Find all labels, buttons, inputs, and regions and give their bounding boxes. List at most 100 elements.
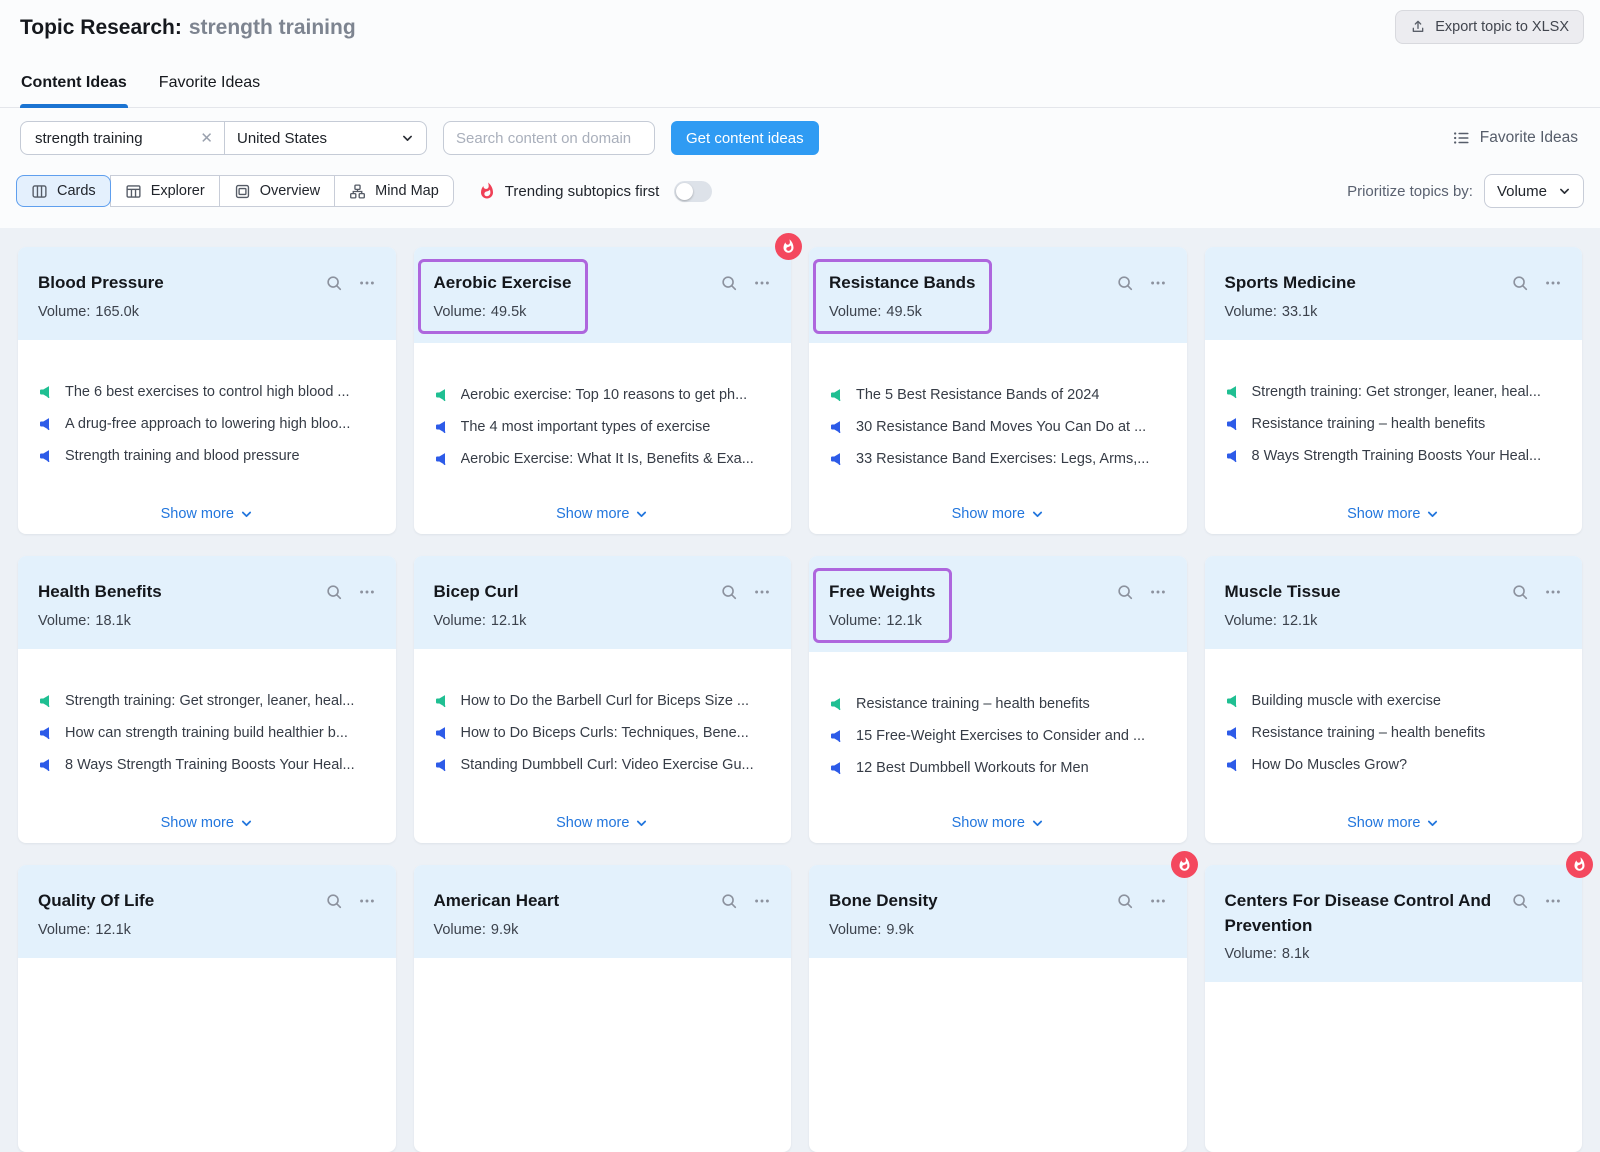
content-idea[interactable]: Resistance training – health benefits: [1225, 416, 1563, 432]
megaphone-icon: [38, 757, 54, 773]
content-idea[interactable]: The 6 best exercises to control high blo…: [38, 384, 376, 400]
content-idea[interactable]: A drug-free approach to lowering high bl…: [38, 416, 376, 432]
card-title[interactable]: Quality Of Life: [38, 889, 154, 914]
search-topic-icon[interactable]: [1511, 892, 1529, 910]
tab-content-ideas[interactable]: Content Ideas: [20, 64, 128, 107]
more-options-icon[interactable]: [358, 274, 376, 292]
content-idea[interactable]: Standing Dumbbell Curl: Video Exercise G…: [434, 757, 772, 773]
card-actions: [1511, 274, 1562, 292]
more-options-icon[interactable]: [1149, 583, 1167, 601]
card-volume: Volume:33.1k: [1225, 304, 1356, 320]
megaphone-icon: [38, 693, 54, 709]
card-title[interactable]: Free Weights: [829, 580, 935, 605]
card-title[interactable]: Bicep Curl: [434, 580, 527, 605]
show-more-link[interactable]: Show more: [556, 492, 648, 522]
card-title[interactable]: Blood Pressure: [38, 271, 164, 296]
search-topic-icon[interactable]: [325, 892, 343, 910]
idea-list: How to Do the Barbell Curl for Biceps Si…: [434, 693, 772, 773]
favorite-ideas-link[interactable]: Favorite Ideas: [1452, 129, 1584, 147]
content-idea[interactable]: How to Do Biceps Curls: Techniques, Bene…: [434, 725, 772, 741]
content-idea[interactable]: 12 Best Dumbbell Workouts for Men: [829, 760, 1167, 776]
card-title[interactable]: Muscle Tissue: [1225, 580, 1341, 605]
show-more-link[interactable]: Show more: [161, 492, 253, 522]
content-idea[interactable]: 30 Resistance Band Moves You Can Do at .…: [829, 419, 1167, 435]
content-idea[interactable]: Strength training: Get stronger, leaner,…: [1225, 384, 1563, 400]
domain-search-input[interactable]: [443, 121, 655, 155]
clear-icon[interactable]: ✕: [200, 131, 213, 146]
content-idea[interactable]: Aerobic Exercise: What It Is, Benefits &…: [434, 451, 772, 467]
view-overview-button[interactable]: Overview: [219, 175, 335, 207]
topic-search: ✕: [21, 122, 224, 154]
card-title[interactable]: Sports Medicine: [1225, 271, 1356, 296]
content-idea[interactable]: Resistance training – health benefits: [829, 696, 1167, 712]
search-topic-icon[interactable]: [1116, 583, 1134, 601]
content-idea[interactable]: The 5 Best Resistance Bands of 2024: [829, 387, 1167, 403]
more-options-icon[interactable]: [358, 892, 376, 910]
get-content-ideas-button[interactable]: Get content ideas: [671, 121, 819, 155]
more-options-icon[interactable]: [753, 274, 771, 292]
idea-list: Building muscle with exercise Resistance…: [1225, 693, 1563, 773]
card-title[interactable]: Bone Density: [829, 889, 938, 914]
page-title-prefix: Topic Research:: [20, 16, 182, 39]
content-idea[interactable]: 33 Resistance Band Exercises: Legs, Arms…: [829, 451, 1167, 467]
show-more-link[interactable]: Show more: [556, 801, 648, 831]
card-title[interactable]: Health Benefits: [38, 580, 162, 605]
more-options-icon[interactable]: [1544, 583, 1562, 601]
more-options-icon[interactable]: [753, 583, 771, 601]
show-more-link[interactable]: Show more: [161, 801, 253, 831]
prioritize-select[interactable]: Volume: [1484, 174, 1584, 208]
content-idea[interactable]: How can strength training build healthie…: [38, 725, 376, 741]
search-topic-icon[interactable]: [1511, 274, 1529, 292]
card-header: Free Weights Volume:12.1k: [809, 556, 1187, 652]
content-idea[interactable]: How to Do the Barbell Curl for Biceps Si…: [434, 693, 772, 709]
card-header: Quality Of Life Volume:12.1k: [18, 865, 396, 958]
country-select[interactable]: United States: [224, 122, 426, 154]
view-explorer-button[interactable]: Explorer: [110, 175, 220, 207]
card-header: Bicep Curl Volume:12.1k: [414, 556, 792, 649]
card-title[interactable]: American Heart: [434, 889, 560, 914]
search-topic-icon[interactable]: [1116, 892, 1134, 910]
card-title[interactable]: Aerobic Exercise: [434, 271, 572, 296]
content-idea[interactable]: The 4 most important types of exercise: [434, 419, 772, 435]
tab-favorite-ideas[interactable]: Favorite Ideas: [158, 64, 261, 107]
card-actions: [1116, 892, 1167, 910]
content-idea[interactable]: Strength training and blood pressure: [38, 448, 376, 464]
card-title[interactable]: Centers For Disease Control And Preventi…: [1225, 889, 1512, 938]
content-idea[interactable]: 15 Free-Weight Exercises to Consider and…: [829, 728, 1167, 744]
content-idea[interactable]: Resistance training – health benefits: [1225, 725, 1563, 741]
more-options-icon[interactable]: [1544, 892, 1562, 910]
content-idea[interactable]: How Do Muscles Grow?: [1225, 757, 1563, 773]
card-actions: [1116, 274, 1167, 292]
search-topic-icon[interactable]: [325, 274, 343, 292]
show-more-link[interactable]: Show more: [952, 492, 1044, 522]
content-idea[interactable]: 8 Ways Strength Training Boosts Your Hea…: [38, 757, 376, 773]
search-topic-icon[interactable]: [720, 583, 738, 601]
megaphone-icon: [829, 696, 845, 712]
search-topic-icon[interactable]: [720, 274, 738, 292]
show-more-link[interactable]: Show more: [952, 801, 1044, 831]
content-idea[interactable]: 8 Ways Strength Training Boosts Your Hea…: [1225, 448, 1563, 464]
content-idea[interactable]: Aerobic exercise: Top 10 reasons to get …: [434, 387, 772, 403]
view-cards-button[interactable]: Cards: [16, 175, 111, 207]
show-more-link[interactable]: Show more: [1347, 492, 1439, 522]
more-options-icon[interactable]: [1149, 274, 1167, 292]
megaphone-icon: [1225, 384, 1241, 400]
search-topic-icon[interactable]: [1511, 583, 1529, 601]
more-options-icon[interactable]: [1544, 274, 1562, 292]
card-body: Aerobic exercise: Top 10 reasons to get …: [414, 343, 792, 534]
view-mindmap-button[interactable]: Mind Map: [334, 175, 454, 207]
content-idea[interactable]: Building muscle with exercise: [1225, 693, 1563, 709]
more-options-icon[interactable]: [358, 583, 376, 601]
trending-toggle[interactable]: [674, 181, 712, 202]
topic-search-input[interactable]: [33, 129, 192, 148]
search-topic-icon[interactable]: [720, 892, 738, 910]
search-topic-icon[interactable]: [1116, 274, 1134, 292]
content-idea[interactable]: Strength training: Get stronger, leaner,…: [38, 693, 376, 709]
export-xlsx-button[interactable]: Export topic to XLSX: [1395, 10, 1584, 44]
search-topic-icon[interactable]: [325, 583, 343, 601]
show-more-link[interactable]: Show more: [1347, 801, 1439, 831]
megaphone-icon: [1225, 416, 1241, 432]
more-options-icon[interactable]: [753, 892, 771, 910]
more-options-icon[interactable]: [1149, 892, 1167, 910]
card-title[interactable]: Resistance Bands: [829, 271, 975, 296]
